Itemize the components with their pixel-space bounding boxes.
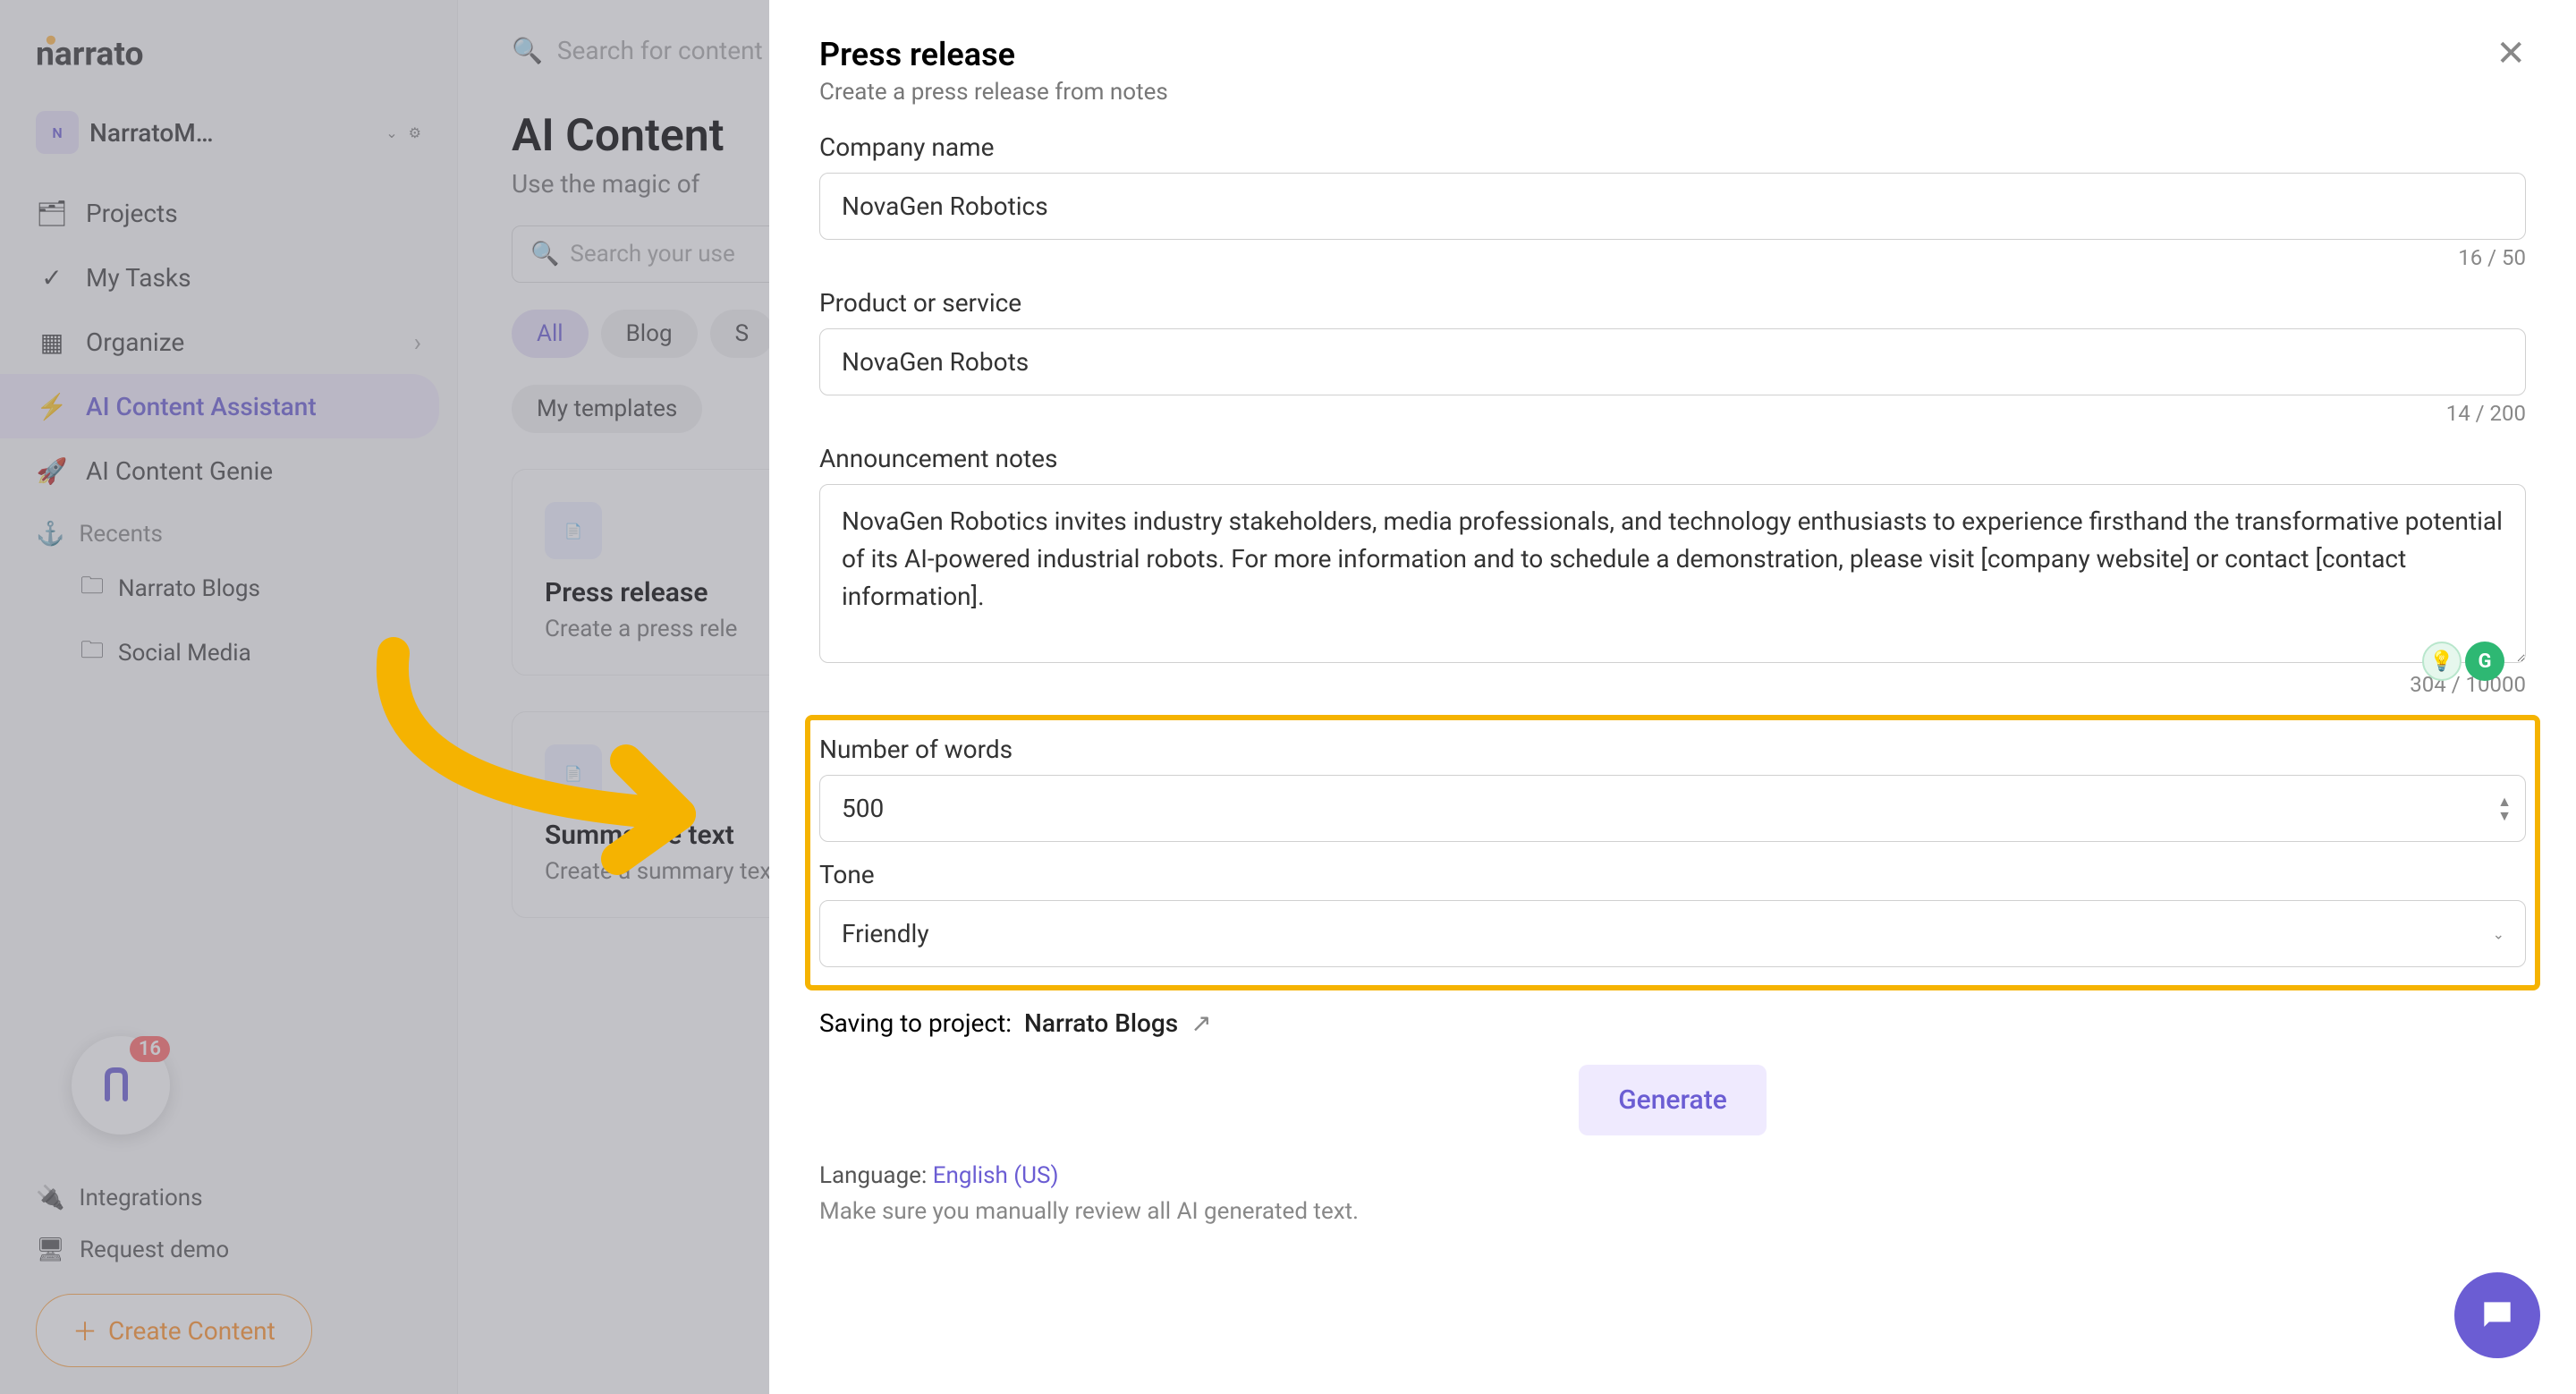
chat-icon — [2478, 1296, 2517, 1335]
number-of-words-input[interactable] — [819, 775, 2526, 842]
product-service-label: Product or service — [819, 288, 2526, 318]
modal-title: Press release — [819, 36, 1168, 73]
company-name-label: Company name — [819, 132, 2526, 162]
saving-to-project-label: Saving to project: — [819, 1008, 1012, 1038]
product-service-input[interactable] — [819, 328, 2526, 395]
announcement-notes-label: Announcement notes — [819, 444, 2526, 473]
chevron-down-icon: ⌄ — [2493, 925, 2504, 942]
grammarly-icon[interactable]: G — [2465, 642, 2504, 681]
close-icon[interactable]: ✕ — [2496, 36, 2526, 72]
company-name-counter: 16 / 50 — [819, 245, 2526, 270]
language-value[interactable]: English (US) — [933, 1162, 1059, 1189]
external-link-icon[interactable]: ↗ — [1191, 1008, 1211, 1038]
generate-button[interactable]: Generate — [1579, 1065, 1767, 1135]
number-stepper[interactable]: ▲ ▼ — [2497, 795, 2512, 823]
modal-subtitle: Create a press release from notes — [819, 79, 1168, 106]
company-name-input[interactable] — [819, 173, 2526, 240]
language-label: Language: — [819, 1162, 927, 1189]
ai-disclaimer: Make sure you manually review all AI gen… — [819, 1198, 2526, 1225]
lightbulb-icon[interactable]: 💡 — [2422, 642, 2462, 681]
tone-label: Tone — [819, 860, 2526, 889]
stepper-down-icon[interactable]: ▼ — [2497, 809, 2512, 823]
announcement-notes-counter: 304 / 10000 — [819, 672, 2526, 697]
announcement-notes-input[interactable] — [819, 484, 2526, 663]
grammarly-widget[interactable]: 💡 G — [2422, 642, 2504, 681]
press-release-modal: Press release Create a press release fro… — [769, 0, 2576, 1394]
saving-project-name: Narrato Blogs — [1024, 1008, 1178, 1038]
tone-select[interactable]: Friendly — [819, 900, 2526, 967]
highlighted-section: Number of words ▲ ▼ Tone Friendly ⌄ — [805, 715, 2540, 990]
number-of-words-label: Number of words — [819, 735, 2526, 764]
product-service-counter: 14 / 200 — [819, 401, 2526, 426]
chat-fab[interactable] — [2454, 1272, 2540, 1358]
